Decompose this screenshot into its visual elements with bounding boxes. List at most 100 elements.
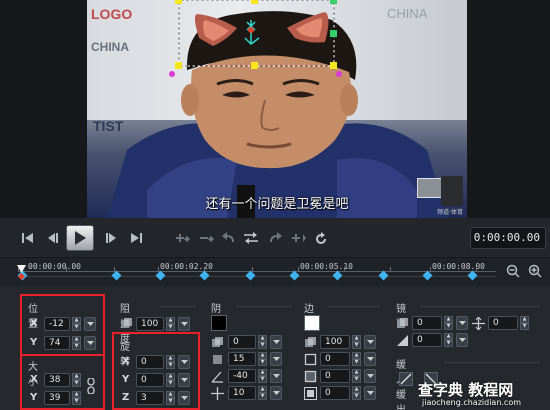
group-divider: [420, 306, 540, 307]
shadow-opacity-spinner[interactable]: ▲ ▼: [258, 335, 267, 349]
border-blur-spinner[interactable]: ▲ ▼: [352, 369, 361, 383]
tick-label: 00:00:02.20: [160, 262, 213, 271]
keyframe-marker[interactable]: [467, 270, 478, 281]
mirror-fade-input[interactable]: 0: [412, 333, 442, 347]
dropdown-icon: [272, 391, 280, 395]
border-opacity-menu-button[interactable]: [364, 335, 376, 349]
shadow-blur-icon: [213, 355, 222, 364]
reverse-icon: [244, 232, 258, 244]
shadow-opacity-icon: [212, 337, 223, 347]
play-icon: [75, 231, 86, 245]
mirror-opacity-menu-button[interactable]: [456, 316, 468, 330]
border-width-input[interactable]: 0: [320, 352, 350, 366]
video-frame[interactable]: LOGO CHINA CHINA TIST 频道·体育 还有一个问题是卫冕是吧: [87, 0, 467, 218]
shadow-angle-input[interactable]: -40: [228, 369, 256, 383]
shadow-opacity-menu-button[interactable]: [270, 335, 282, 349]
shadow-opacity-input[interactable]: 0: [228, 335, 256, 349]
keyframe-marker[interactable]: [245, 270, 256, 281]
go-keyframe-button[interactable]: [288, 229, 310, 247]
shadow-distance-icon: [211, 387, 224, 400]
reverse-keyframes-button[interactable]: [240, 229, 262, 247]
ruler-tick: [298, 267, 299, 271]
mirror-fade-spinner[interactable]: ▲ ▼: [444, 333, 453, 347]
skip-to-start-icon: [22, 233, 33, 243]
zoom-out-icon[interactable]: [506, 264, 520, 278]
mirror-distance-spinner[interactable]: ▲ ▼: [520, 316, 529, 330]
redo-keyframe-icon: [270, 232, 282, 242]
watermark-url: jiaocheng.chazidian.com: [422, 398, 522, 407]
border-opacity-spinner[interactable]: ▲ ▼: [352, 335, 361, 349]
highlight-box-position: [20, 294, 105, 356]
add-keyframe-button[interactable]: [172, 229, 194, 247]
border-blur-menu-button[interactable]: [364, 369, 376, 383]
skip-to-start-button[interactable]: [18, 229, 38, 247]
preview-area: LOGO CHINA CHINA TIST 频道·体育 还有一个问题是卫冕是吧: [0, 0, 550, 218]
ruler-tick: [252, 267, 253, 271]
next-keyframe-button[interactable]: [264, 229, 286, 247]
reset-keyframe-button[interactable]: [310, 229, 332, 247]
mirror-opacity-spinner[interactable]: ▲ ▼: [444, 316, 453, 330]
play-button[interactable]: [66, 225, 94, 251]
mirror-fade-icon: [397, 335, 408, 346]
border-width-spinner[interactable]: ▲ ▼: [352, 352, 361, 366]
step-back-button[interactable]: [42, 229, 62, 247]
dropdown-icon: [272, 340, 280, 344]
keyframe-marker[interactable]: [422, 270, 433, 281]
border-opacity-input[interactable]: 100: [320, 335, 350, 349]
step-forward-button[interactable]: [102, 229, 122, 247]
keyframe-marker[interactable]: [332, 270, 343, 281]
keyframe-marker[interactable]: [111, 270, 122, 281]
shadow-distance-menu-button[interactable]: [270, 386, 282, 400]
zoom-in-icon[interactable]: [528, 264, 542, 278]
tick-label: 00:00:08.00: [432, 262, 485, 271]
ruler-tick: [430, 267, 431, 271]
transport-bar: 0:00:00.00: [0, 218, 550, 258]
keyframe-marker[interactable]: [289, 270, 300, 281]
tick-label: 00:00:05.10: [300, 262, 353, 271]
mirror-opacity-input[interactable]: 0: [412, 316, 442, 330]
watermark-title: 查字典 教程网: [418, 381, 514, 399]
border-offset-input[interactable]: 0: [320, 386, 350, 400]
mirror-fade-menu-button[interactable]: [456, 333, 468, 347]
group-divider: [444, 362, 540, 363]
shadow-blur-menu-button[interactable]: [270, 352, 282, 366]
opacity-spinner[interactable]: ▲ ▼: [166, 317, 175, 331]
shadow-color-swatch[interactable]: [211, 315, 227, 331]
timecode-display[interactable]: 0:00:00.00: [470, 227, 546, 249]
opacity-menu-button[interactable]: [178, 317, 190, 331]
add-keyframe-icon: [176, 234, 190, 242]
border-offset-spinner[interactable]: ▲ ▼: [352, 386, 361, 400]
shadow-distance-spinner[interactable]: ▲ ▼: [258, 386, 267, 400]
dropdown-icon: [458, 321, 466, 325]
shadow-angle-menu-button[interactable]: [270, 369, 282, 383]
border-width-menu-button[interactable]: [364, 352, 376, 366]
border-color-swatch[interactable]: [304, 315, 320, 331]
skip-to-end-button[interactable]: [126, 229, 146, 247]
shadow-blur-input[interactable]: 15: [228, 352, 256, 366]
border-offset-icon: [304, 387, 317, 400]
keyframe-marker[interactable]: [155, 270, 166, 281]
border-width-icon: [304, 353, 317, 366]
dropdown-icon: [272, 357, 280, 361]
shadow-angle-spinner[interactable]: ▲ ▼: [258, 369, 267, 383]
shadow-distance-input[interactable]: 10: [228, 386, 256, 400]
border-offset-menu-button[interactable]: [364, 386, 376, 400]
prev-keyframe-button[interactable]: [218, 229, 240, 247]
go-keyframe-icon: [292, 234, 306, 242]
remove-keyframe-button[interactable]: [196, 229, 218, 247]
dropdown-icon: [366, 357, 374, 361]
keyframe-timeline[interactable]: 00:00:00.00 00:00:02.20 00:00:05.10 00:0…: [0, 258, 550, 286]
group-divider: [328, 306, 380, 307]
highlight-box-rotation: [112, 332, 200, 410]
reset-keyframe-icon: [316, 232, 326, 244]
mirror-opacity-icon: [397, 318, 408, 328]
ruler-tick: [344, 267, 345, 271]
mirror-distance-input[interactable]: 0: [488, 316, 518, 330]
opacity-input[interactable]: 100: [136, 317, 164, 331]
shadow-blur-spinner[interactable]: ▲ ▼: [258, 352, 267, 366]
highlight-box-size: [20, 354, 105, 410]
fade-in-button[interactable]: [399, 372, 413, 386]
border-blur-input[interactable]: 0: [320, 369, 350, 383]
keyframe-marker[interactable]: [378, 270, 389, 281]
keyframe-marker[interactable]: [199, 270, 210, 281]
